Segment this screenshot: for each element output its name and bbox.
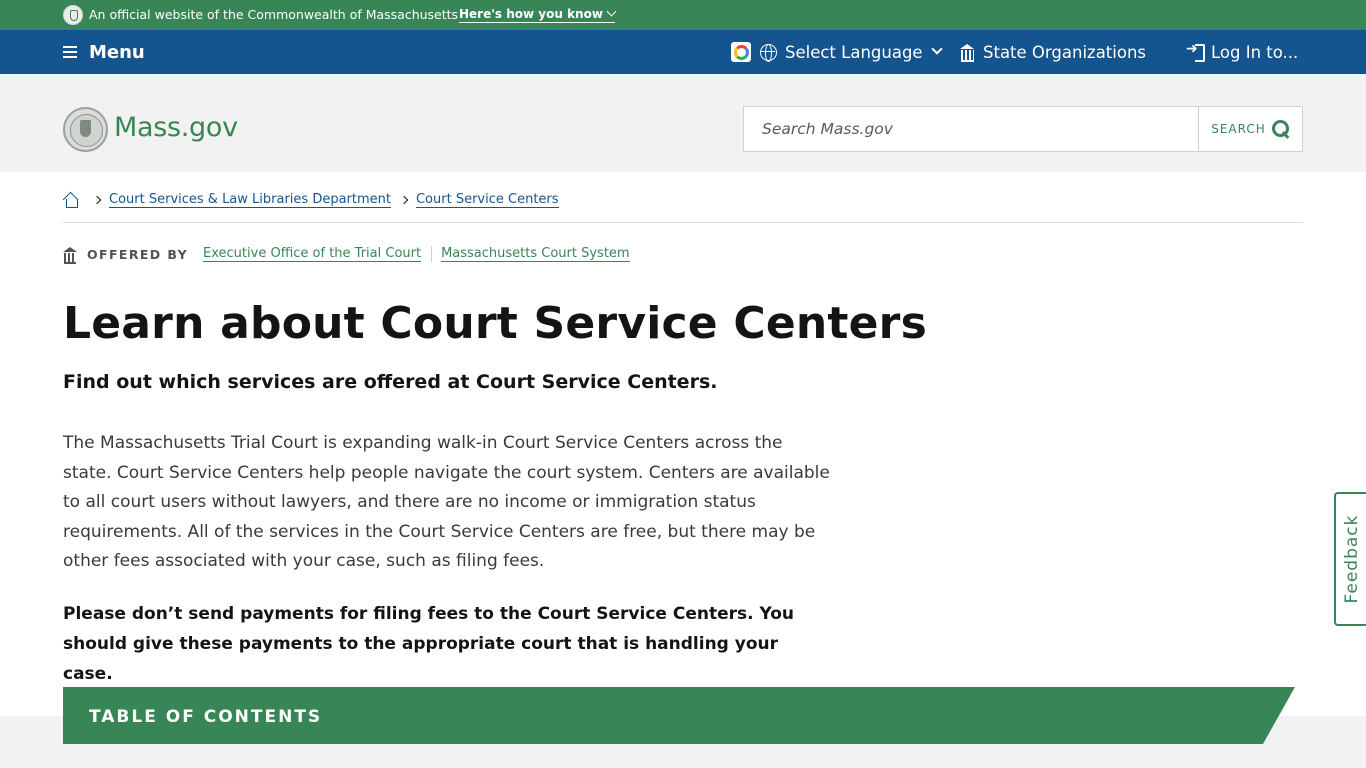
chevron-right-icon bbox=[399, 195, 409, 205]
login-button[interactable]: Log In to... bbox=[1186, 41, 1299, 63]
divider bbox=[431, 246, 433, 262]
chevron-down-icon bbox=[606, 6, 617, 17]
utility-nav: Menu Select Language State Organizations… bbox=[0, 30, 1366, 74]
search-field-wrapper bbox=[743, 106, 1199, 152]
org-link-court-system[interactable]: Massachusetts Court System bbox=[441, 246, 630, 262]
official-banner: An official website of the Commonwealth … bbox=[0, 0, 1366, 30]
breadcrumb-link-court-services[interactable]: Court Services & Law Libraries Departmen… bbox=[109, 192, 391, 208]
search-button[interactable]: SEARCH bbox=[1198, 106, 1303, 152]
chevron-right-icon bbox=[92, 195, 102, 205]
google-translate-icon bbox=[731, 42, 751, 62]
org-link-trial-court[interactable]: Executive Office of the Trial Court bbox=[203, 246, 422, 262]
divider bbox=[63, 222, 1303, 223]
official-banner-text: An official website of the Commonwealth … bbox=[89, 7, 459, 22]
search-input[interactable] bbox=[744, 107, 1198, 151]
page-subtitle: Find out which services are offered at C… bbox=[63, 371, 718, 393]
select-language-label: Select Language bbox=[785, 42, 923, 62]
breadcrumb: Court Services & Law Libraries Departmen… bbox=[63, 190, 559, 210]
breadcrumb-link-court-service-centers[interactable]: Court Service Centers bbox=[415, 192, 559, 208]
building-icon bbox=[960, 44, 975, 62]
hamburger-icon bbox=[63, 46, 77, 58]
offered-by: OFFERED BY Executive Office of the Trial… bbox=[63, 244, 630, 264]
payment-notice: Please don’t send payments for filing fe… bbox=[63, 604, 795, 684]
search-icon bbox=[1271, 120, 1290, 138]
state-organizations-button[interactable]: State Organizations bbox=[960, 41, 1146, 63]
menu-button[interactable]: Menu bbox=[63, 40, 145, 64]
select-language-button[interactable]: Select Language bbox=[731, 41, 943, 63]
building-icon bbox=[63, 246, 77, 264]
state-organizations-label: State Organizations bbox=[983, 42, 1147, 62]
menu-label: Menu bbox=[89, 41, 145, 63]
chevron-down-icon bbox=[930, 43, 943, 55]
heres-how-you-know-label: Here's how you know bbox=[459, 7, 603, 21]
heres-how-you-know-link[interactable]: Here's how you know bbox=[459, 6, 617, 23]
mass-gov-logo[interactable]: Mass.gov bbox=[114, 112, 238, 143]
feedback-label: Feedback bbox=[1342, 514, 1362, 604]
mass-seal-logo-icon[interactable] bbox=[63, 107, 108, 152]
globe-icon bbox=[760, 43, 777, 62]
feedback-tab[interactable]: Feedback bbox=[1334, 492, 1366, 626]
toc-label: TABLE OF CONTENTS bbox=[89, 707, 323, 727]
intro-paragraph: The Massachusetts Trial Court is expandi… bbox=[63, 433, 830, 571]
login-label: Log In to... bbox=[1211, 42, 1299, 62]
site-header: Mass.gov SEARCH bbox=[0, 74, 1366, 172]
search-button-label: SEARCH bbox=[1211, 122, 1266, 136]
seal-icon bbox=[63, 5, 83, 25]
home-icon[interactable] bbox=[63, 193, 79, 208]
login-icon bbox=[1186, 41, 1205, 62]
table-of-contents-toggle[interactable]: TABLE OF CONTENTS bbox=[63, 687, 1295, 744]
page-title: Learn about Court Service Centers bbox=[63, 298, 927, 349]
offered-by-label: OFFERED BY bbox=[87, 246, 189, 262]
